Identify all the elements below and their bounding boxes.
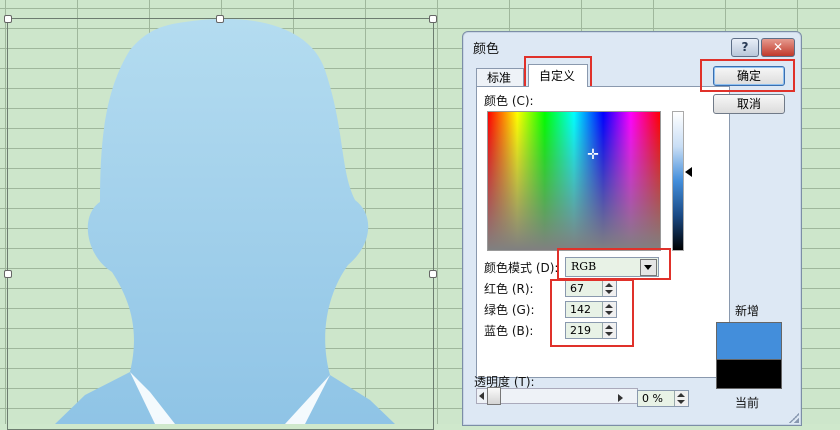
arrow-left-icon[interactable]: [479, 392, 484, 400]
new-label: 新增: [735, 304, 760, 318]
dialog-title: 颜色: [473, 42, 500, 57]
colors-label: 颜色 (C):: [484, 94, 534, 108]
resize-grip-icon[interactable]: [789, 413, 799, 423]
transparency-spinner[interactable]: [674, 391, 688, 406]
tab-standard[interactable]: 标准: [476, 68, 524, 87]
transparency-input[interactable]: 0 %: [637, 390, 689, 407]
green-label: 绿色 (G):: [484, 303, 535, 317]
new-color-swatch: [716, 322, 782, 360]
color-model-label: 颜色模式 (D):: [484, 261, 559, 275]
resize-handle[interactable]: [4, 270, 12, 278]
transparency-value: 0 %: [642, 392, 663, 405]
color-dialog: 颜色 ? ✕ 标准 自定义 颜色 (C): ✛ 颜色模式 (D): RGB 红色…: [462, 31, 802, 426]
resize-handle[interactable]: [429, 270, 437, 278]
luminance-slider[interactable]: [672, 111, 684, 251]
highlight-box: [550, 279, 634, 347]
highlight-box: [700, 59, 795, 92]
luminance-pointer-icon[interactable]: [685, 167, 692, 177]
current-color-swatch: [716, 359, 782, 389]
blue-label: 蓝色 (B):: [484, 324, 534, 338]
current-label: 当前: [735, 396, 760, 410]
red-label: 红色 (R):: [484, 282, 534, 296]
tab-custom[interactable]: 自定义: [528, 64, 588, 87]
arrow-right-icon[interactable]: [618, 394, 623, 402]
image-selection-frame: [7, 18, 434, 430]
close-button[interactable]: ✕: [761, 38, 795, 57]
color-spectrum[interactable]: ✛: [487, 111, 661, 251]
cancel-button[interactable]: 取消: [713, 94, 785, 114]
resize-handle[interactable]: [4, 15, 12, 23]
slider-thumb[interactable]: [487, 387, 501, 405]
transparency-slider[interactable]: [476, 387, 638, 405]
dialog-titlebar[interactable]: 颜色 ? ✕: [463, 32, 801, 60]
crosshair-icon: ✛: [587, 147, 599, 163]
highlight-box: [557, 248, 671, 280]
help-button[interactable]: ?: [731, 38, 759, 57]
resize-handle[interactable]: [429, 15, 437, 23]
resize-handle[interactable]: [216, 15, 224, 23]
